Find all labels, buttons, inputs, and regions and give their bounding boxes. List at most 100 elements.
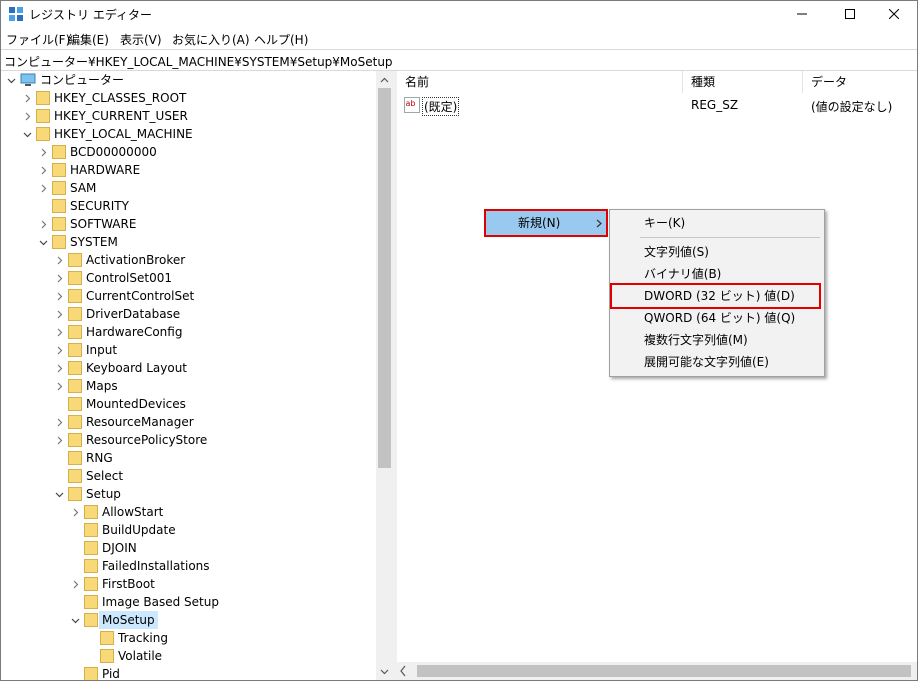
chevron-right-icon[interactable] bbox=[37, 215, 49, 233]
menu-help[interactable]: ヘルプ(H) bbox=[254, 31, 308, 48]
chevron-down-icon[interactable] bbox=[53, 485, 65, 503]
submenu-item-string[interactable]: 文字列値(S) bbox=[610, 241, 824, 263]
tree-item[interactable]: Image Based Setup bbox=[1, 593, 371, 611]
chevron-right-icon[interactable] bbox=[53, 431, 65, 449]
address-path[interactable]: コンピューター¥HKEY_LOCAL_MACHINE¥SYSTEM¥Setup¥… bbox=[4, 53, 393, 70]
chevron-down-icon[interactable] bbox=[21, 125, 33, 143]
scroll-down-arrow-icon[interactable] bbox=[376, 663, 393, 680]
tree-item[interactable]: SOFTWARE bbox=[1, 215, 371, 233]
tree-item[interactable]: Input bbox=[1, 341, 371, 359]
tree-item[interactable]: Select bbox=[1, 467, 371, 485]
tree-item[interactable]: RNG bbox=[1, 449, 371, 467]
tree-item-label: HKEY_LOCAL_MACHINE bbox=[54, 127, 193, 141]
tree-scrollbar[interactable] bbox=[376, 71, 393, 680]
minimize-button[interactable] bbox=[779, 1, 825, 27]
chevron-right-icon[interactable] bbox=[53, 377, 65, 395]
tree-item[interactable]: Tracking bbox=[1, 629, 371, 647]
chevron-right-icon[interactable] bbox=[37, 143, 49, 161]
submenu-item-key[interactable]: キー(K) bbox=[610, 212, 824, 234]
folder-icon bbox=[68, 289, 82, 303]
list-hscroll-thumb[interactable] bbox=[417, 665, 911, 677]
folder-icon bbox=[52, 217, 66, 231]
tree-item[interactable]: MountedDevices bbox=[1, 395, 371, 413]
tree-item[interactable]: ResourcePolicyStore bbox=[1, 431, 371, 449]
chevron-right-icon[interactable] bbox=[53, 287, 65, 305]
tree-item[interactable]: ResourceManager bbox=[1, 413, 371, 431]
tree-root-label: コンピューター bbox=[40, 73, 125, 87]
chevron-down-icon[interactable] bbox=[69, 611, 81, 629]
folder-icon bbox=[68, 397, 82, 411]
tree-item[interactable]: BuildUpdate bbox=[1, 521, 371, 539]
chevron-right-icon[interactable] bbox=[37, 179, 49, 197]
chevron-right-icon[interactable] bbox=[69, 575, 81, 593]
tree-item[interactable]: Pid bbox=[1, 665, 371, 680]
chevron-right-icon[interactable] bbox=[53, 269, 65, 287]
menu-favorites[interactable]: お気に入り(A) bbox=[172, 31, 250, 48]
menu-edit[interactable]: 編集(E) bbox=[68, 31, 109, 48]
tree-item[interactable]: HARDWARE bbox=[1, 161, 371, 179]
tree-item[interactable]: DJOIN bbox=[1, 539, 371, 557]
maximize-button[interactable] bbox=[827, 1, 873, 27]
chevron-right-icon[interactable] bbox=[21, 89, 33, 107]
tree-item[interactable]: MoSetup bbox=[1, 611, 371, 629]
tree-item[interactable]: SECURITY bbox=[1, 197, 371, 215]
chevron-right-icon[interactable] bbox=[37, 161, 49, 179]
column-header-type[interactable]: 種類 bbox=[683, 71, 803, 93]
scroll-up-arrow-icon[interactable] bbox=[376, 71, 393, 88]
tree-item-label: SYSTEM bbox=[70, 235, 118, 249]
tree-item[interactable]: HKEY_CLASSES_ROOT bbox=[1, 89, 371, 107]
tree-item[interactable]: Keyboard Layout bbox=[1, 359, 371, 377]
highlight-new bbox=[484, 209, 608, 237]
chevron-right-icon[interactable] bbox=[53, 305, 65, 323]
chevron-right-icon[interactable] bbox=[53, 323, 65, 341]
submenu-item-binary[interactable]: バイナリ値(B) bbox=[610, 263, 824, 285]
address-bar[interactable]: コンピューター¥HKEY_LOCAL_MACHINE¥SYSTEM¥Setup¥… bbox=[1, 49, 917, 71]
tree-item[interactable]: HardwareConfig bbox=[1, 323, 371, 341]
tree-item[interactable]: HKEY_LOCAL_MACHINE bbox=[1, 125, 371, 143]
tree-item[interactable]: Setup bbox=[1, 485, 371, 503]
tree-item[interactable]: BCD00000000 bbox=[1, 143, 371, 161]
tree-item[interactable]: FirstBoot bbox=[1, 575, 371, 593]
submenu-item-expandstring[interactable]: 展開可能な文字列値(E) bbox=[610, 351, 824, 373]
tree-item[interactable]: FailedInstallations bbox=[1, 557, 371, 575]
close-button[interactable] bbox=[871, 1, 917, 27]
tree-item[interactable]: Volatile bbox=[1, 647, 371, 665]
tree-item[interactable]: SYSTEM bbox=[1, 233, 371, 251]
folder-icon bbox=[84, 541, 98, 555]
chevron-right-icon[interactable] bbox=[53, 341, 65, 359]
chevron-right-icon[interactable] bbox=[53, 413, 65, 431]
folder-icon bbox=[52, 163, 66, 177]
tree-item[interactable]: CurrentControlSet bbox=[1, 287, 371, 305]
chevron-right-icon[interactable] bbox=[69, 503, 81, 521]
menu-view[interactable]: 表示(V) bbox=[120, 31, 162, 48]
registry-editor-window: レジストリ エディター ファイル(F) 編集(E) 表示(V) お気に入り(A)… bbox=[0, 0, 918, 681]
column-header-name[interactable]: 名前 bbox=[397, 71, 683, 93]
chevron-right-icon[interactable] bbox=[21, 107, 33, 125]
value-row[interactable]: ab (既定) REG_SZ (値の設定なし) bbox=[397, 95, 917, 116]
tree-item[interactable]: ActivationBroker bbox=[1, 251, 371, 269]
tree-item[interactable]: AllowStart bbox=[1, 503, 371, 521]
tree-item-label: BCD00000000 bbox=[70, 145, 157, 159]
tree-item[interactable]: ControlSet001 bbox=[1, 269, 371, 287]
tree-root[interactable]: コンピューター bbox=[1, 71, 371, 89]
chevron-down-icon[interactable] bbox=[5, 71, 17, 89]
submenu-item-qword[interactable]: QWORD (64 ビット) 値(Q) bbox=[610, 307, 824, 329]
chevron-right-icon[interactable] bbox=[53, 251, 65, 269]
tree-item-label: Setup bbox=[86, 487, 121, 501]
tree-item[interactable]: DriverDatabase bbox=[1, 305, 371, 323]
chevron-down-icon[interactable] bbox=[37, 233, 49, 251]
chevron-right-icon[interactable] bbox=[53, 359, 65, 377]
column-header-data[interactable]: データ bbox=[803, 71, 917, 93]
folder-icon bbox=[68, 469, 82, 483]
tree-item-label: HKEY_CLASSES_ROOT bbox=[54, 91, 187, 105]
tree-scroll-thumb[interactable] bbox=[378, 88, 391, 468]
tree-item[interactable]: SAM bbox=[1, 179, 371, 197]
scroll-left-arrow-icon[interactable] bbox=[400, 665, 406, 680]
submenu-item-multistring[interactable]: 複数行文字列値(M) bbox=[610, 329, 824, 351]
menu-file[interactable]: ファイル(F) bbox=[6, 31, 70, 48]
tree-item-label: Input bbox=[86, 343, 118, 357]
tree-item[interactable]: HKEY_CURRENT_USER bbox=[1, 107, 371, 125]
folder-icon bbox=[84, 577, 98, 591]
tree-item[interactable]: Maps bbox=[1, 377, 371, 395]
list-hscrollbar[interactable] bbox=[397, 662, 917, 680]
